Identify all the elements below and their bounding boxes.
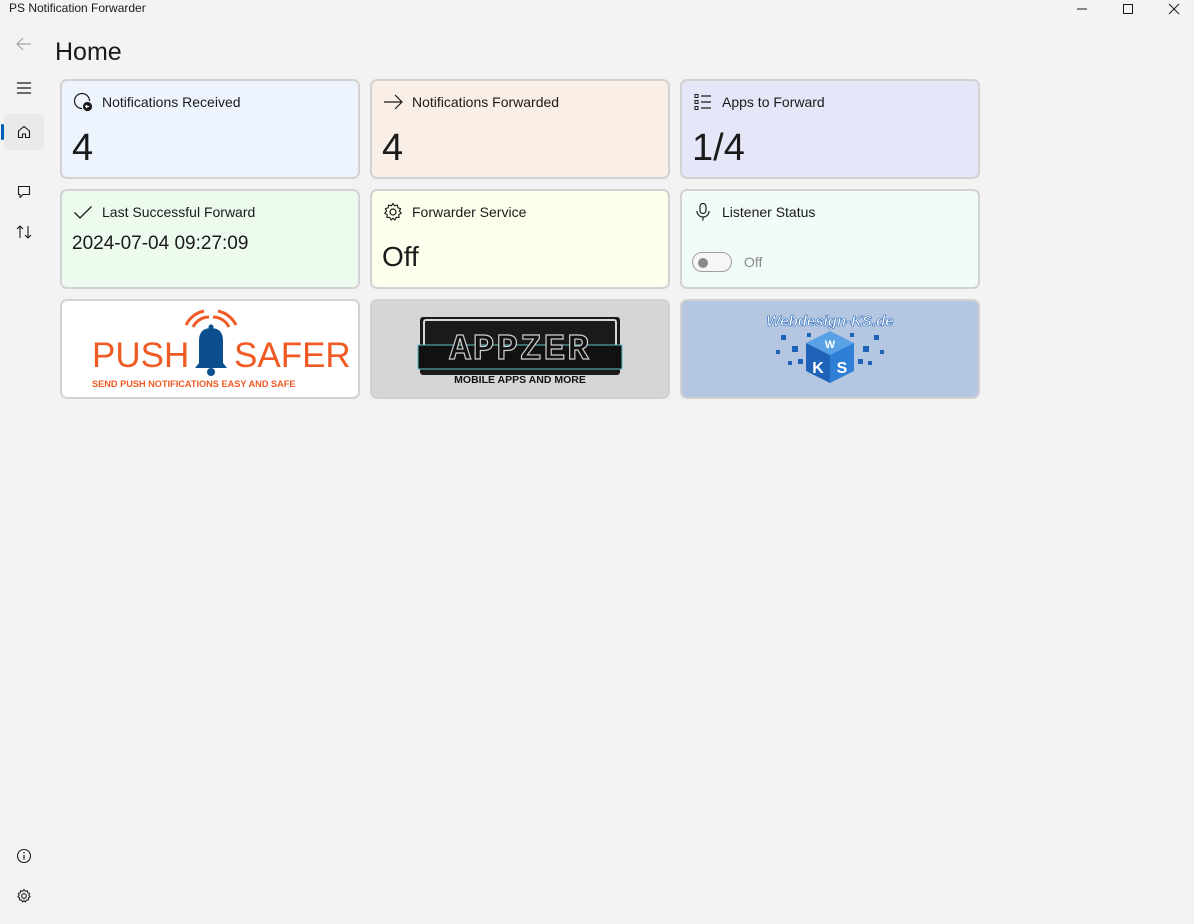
card-header: Last Successful Forward <box>72 201 255 223</box>
notification-received-icon <box>72 91 94 113</box>
nav-item-notifications[interactable] <box>4 174 44 210</box>
checklist-icon <box>692 91 714 113</box>
nav-item-about[interactable] <box>4 838 44 874</box>
close-button[interactable] <box>1151 0 1194 18</box>
svg-text:Webdesign-KS.de: Webdesign-KS.de <box>766 313 893 330</box>
card-header: Forwarder Service <box>382 201 526 223</box>
card-notifications-received: Notifications Received 4 <box>60 79 360 179</box>
card-header: Listener Status <box>692 201 815 223</box>
webdesign-ks-logo: Webdesign-KS.de W K S <box>766 313 894 383</box>
card-header: Notifications Forwarded <box>382 91 559 113</box>
up-down-arrows-icon <box>16 225 32 239</box>
chat-bubble-icon <box>17 185 31 199</box>
card-forwarder-service[interactable]: Forwarder Service Off <box>370 189 670 289</box>
card-webdesign-ks-logo[interactable]: Webdesign-KS.de W K S <box>680 299 980 399</box>
minimize-icon <box>1077 8 1087 10</box>
gear-icon <box>382 201 404 223</box>
card-appzer-logo[interactable]: APPZER MOBILE APPS AND MORE <box>370 299 670 399</box>
close-icon <box>1168 3 1180 15</box>
svg-text:K: K <box>812 360 824 377</box>
maximize-icon <box>1123 4 1133 14</box>
back-arrow-icon <box>16 37 31 51</box>
card-label: Forwarder Service <box>412 204 527 220</box>
hamburger-menu-icon <box>17 82 31 94</box>
card-label: Last Successful Forward <box>102 204 256 220</box>
pushsafer-logo: PUSH SAFER SEND PUSH NOTIFICATIONS EASY … <box>92 309 351 389</box>
card-label: Apps to Forward <box>722 94 825 110</box>
listener-toggle-label: Off <box>744 254 763 270</box>
listener-toggle[interactable] <box>692 252 732 272</box>
card-label: Notifications Forwarded <box>412 94 560 110</box>
window-title: PS Notification Forwarder <box>9 1 146 15</box>
minimize-button[interactable] <box>1059 0 1105 18</box>
menu-toggle-button[interactable] <box>4 70 44 106</box>
apps-ratio: 1/4 <box>692 127 745 169</box>
checkmark-icon <box>72 201 94 223</box>
microphone-icon <box>692 201 714 223</box>
svg-text:S: S <box>837 360 848 377</box>
card-last-successful-forward: Last Successful Forward 2024-07-04 09:27… <box>60 189 360 289</box>
svg-text:SAFER: SAFER <box>234 336 351 375</box>
nav-item-forwarding[interactable] <box>4 214 44 250</box>
forwarded-count: 4 <box>382 127 404 169</box>
received-count: 4 <box>72 127 94 169</box>
gear-icon <box>17 889 31 903</box>
service-status: Off <box>382 241 419 272</box>
card-apps-to-forward[interactable]: Apps to Forward 1/4 <box>680 79 980 179</box>
nav-item-home[interactable] <box>1 114 44 150</box>
card-label: Listener Status <box>722 204 816 220</box>
toggle-knob <box>698 258 708 268</box>
nav-item-settings[interactable] <box>4 878 44 914</box>
navigation-pane <box>0 32 48 924</box>
ks-cube: W K S <box>806 331 854 383</box>
card-notifications-forwarded: Notifications Forwarded 4 <box>370 79 670 179</box>
title-bar: PS Notification Forwarder <box>0 0 1194 32</box>
selection-indicator <box>1 124 4 140</box>
last-forward-timestamp: 2024-07-04 09:27:09 <box>72 233 249 254</box>
card-listener-status: Listener Status Off <box>680 189 980 289</box>
back-button[interactable] <box>4 26 44 62</box>
home-icon <box>17 125 31 139</box>
page-title: Home <box>55 38 122 66</box>
svg-text:SEND PUSH NOTIFICATIONS EASY A: SEND PUSH NOTIFICATIONS EASY AND SAFE <box>92 379 296 389</box>
maximize-button[interactable] <box>1105 0 1151 18</box>
bell-icon <box>184 309 238 376</box>
card-label: Notifications Received <box>102 94 241 110</box>
svg-text:MOBILE APPS AND MORE: MOBILE APPS AND MORE <box>454 374 586 386</box>
svg-text:APPZER: APPZER <box>449 329 591 370</box>
svg-text:W: W <box>825 339 836 351</box>
svg-text:PUSH: PUSH <box>92 336 189 375</box>
card-pushsafer-logo[interactable]: PUSH SAFER SEND PUSH NOTIFICATIONS EASY … <box>60 299 360 399</box>
appzer-logo: APPZER MOBILE APPS AND MORE <box>417 317 623 386</box>
info-icon <box>16 848 32 864</box>
arrow-right-icon <box>382 91 404 113</box>
card-header: Notifications Received <box>72 91 241 113</box>
card-header: Apps to Forward <box>692 91 825 113</box>
